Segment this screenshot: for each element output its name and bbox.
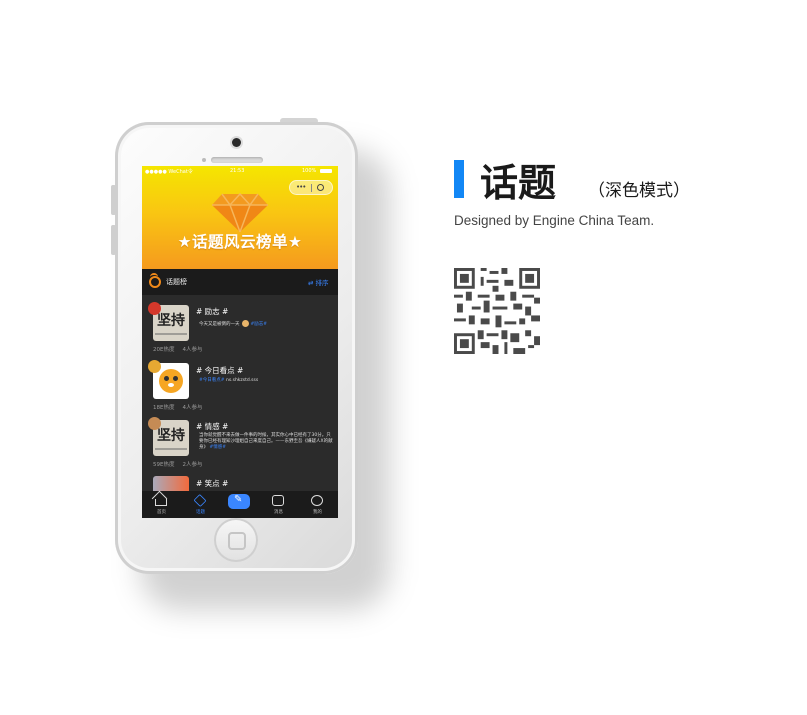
home-button[interactable] (214, 518, 258, 562)
sort-button[interactable]: ⇄ 排序 (308, 277, 329, 287)
tab-messages[interactable]: 消息 (259, 491, 298, 518)
list-item[interactable]: 坚持 # 励志 # 今天又是被倒的一天 #励志# 20E热度 4人参与 (142, 302, 338, 354)
topic-meta: 20E热度 4人参与 (153, 347, 203, 353)
tab-topics[interactable]: 话题 (181, 491, 220, 518)
ranking-label: 话题榜 (166, 278, 187, 286)
chat-icon (272, 495, 284, 506)
tab-bar: 首页 话题 消息 我的 (142, 491, 338, 518)
camera-icon (232, 138, 241, 147)
battery-icon (320, 169, 332, 173)
topic-title: # 励志 # (196, 307, 229, 316)
tab-post[interactable] (220, 491, 259, 518)
accent-bar (454, 160, 464, 198)
phone-screen: ★话题风云榜单★ ●●●●● WeChat令 21:53 100% ••• 话题… (142, 166, 338, 518)
diamond-icon (193, 493, 207, 508)
topic-title: # 笑点 # (196, 479, 229, 488)
more-icon[interactable]: ••• (296, 183, 306, 191)
medal-icon (149, 273, 161, 288)
carrier-label: ●●●●● WeChat令 (145, 169, 193, 175)
topic-title: # 今日看点 # (196, 366, 244, 375)
topic-meta: 18E热度 4人参与 (153, 405, 203, 411)
topic-desc: 当你就觉醒不来去做一件事的时候，其实你心中已经有了30分。只要你已经有理知沙理姐… (199, 433, 333, 450)
rank-badge-icon (148, 417, 161, 430)
topic-meta: 59E热度 2人参与 (153, 462, 203, 468)
status-bar: ●●●●● WeChat令 21:53 100% (142, 166, 338, 176)
list-item[interactable]: # 今日看点 # #今日看点# ns.shkzstd.sss 18E热度 4人参与 (142, 360, 338, 412)
banner-title: ★话题风云榜单★ (177, 233, 303, 251)
home-icon (155, 499, 167, 506)
qr-code-icon (454, 268, 540, 354)
clock: 21:53 (230, 168, 245, 174)
rank-badge-icon (148, 302, 161, 315)
topic-desc: 今天又是被倒的一天 #励志# (199, 320, 268, 327)
rank-badge-icon (148, 360, 161, 373)
tab-home[interactable]: 首页 (142, 491, 181, 518)
credit-line: Designed by Engine China Team. (454, 213, 655, 228)
diamond-icon (212, 192, 268, 232)
ranking-header: 话题榜 ⇄ 排序 (142, 269, 338, 295)
sensor-dot (202, 158, 206, 162)
battery-percent: 100% (302, 168, 317, 174)
topic-desc: #今日看点# ns.shkzstd.sss (199, 378, 259, 383)
close-icon[interactable] (317, 184, 324, 191)
speaker-grille (211, 157, 263, 163)
profile-icon (311, 495, 323, 506)
pen-icon (228, 494, 250, 509)
list-item[interactable]: 坚持 # 情感 # 当你就觉醒不来去做一件事的时候，其实你心中已经有了30分。只… (142, 417, 338, 472)
page-subtitle: （深色模式） (588, 181, 690, 201)
avatar (241, 320, 249, 327)
miniprogram-capsule[interactable]: ••• (289, 180, 333, 195)
topic-title: # 情感 # (196, 422, 229, 431)
page-title: 话题 (480, 161, 557, 205)
tab-profile[interactable]: 我的 (298, 491, 337, 518)
